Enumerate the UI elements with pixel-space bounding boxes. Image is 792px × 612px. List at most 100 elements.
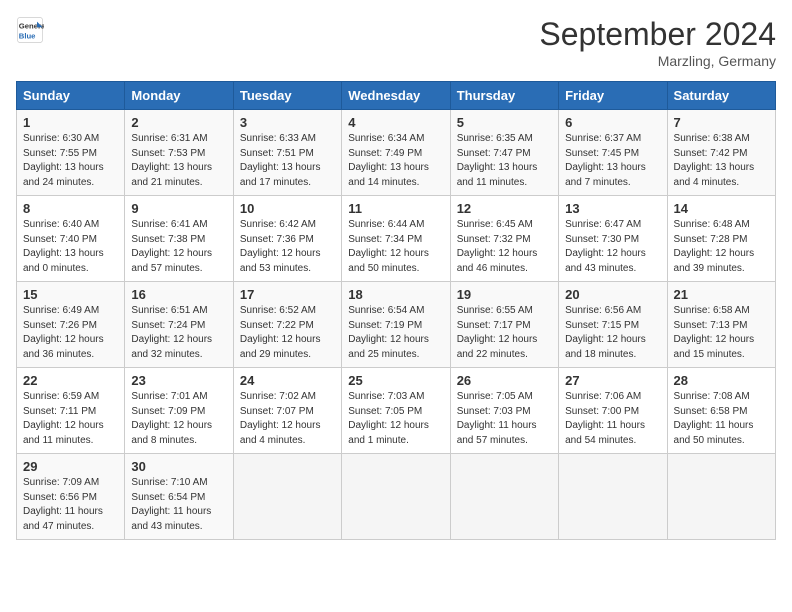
day-info: Sunrise: 6:56 AMSunset: 7:15 PMDaylight:… [565,304,660,362]
day-info: Sunrise: 6:45 AMSunset: 7:32 PMDaylight:… [457,218,552,276]
calendar-cell [667,454,775,540]
calendar-cell: 1 Sunrise: 6:30 AMSunset: 7:55 PMDaylight… [17,110,125,196]
day-number: 20 [565,287,660,302]
calendar-cell: 22 Sunrise: 6:59 AMSunset: 7:11 PMDayligh… [17,368,125,454]
calendar-cell: 25 Sunrise: 7:03 AMSunset: 7:05 PMDayligh… [342,368,450,454]
calendar-week-row: 15Sunrise: 6:49 AMSunset: 7:26 PMDayligh… [17,282,776,368]
calendar-cell: 29 Sunrise: 7:09 AMSunset: 6:56 PMDayligh… [17,454,125,540]
day-info: Sunrise: 6:35 AMSunset: 7:47 PMDaylight:… [457,132,552,190]
calendar-cell: 27 Sunrise: 7:06 AMSunset: 7:00 PMDayligh… [559,368,667,454]
calendar-cell: 7 Sunrise: 6:38 AMSunset: 7:42 PMDaylight… [667,110,775,196]
calendar-cell: 12 Sunrise: 6:45 AMSunset: 7:32 PMDayligh… [450,196,558,282]
calendar-cell: 2 Sunrise: 6:31 AMSunset: 7:53 PMDaylight… [125,110,233,196]
weekday-header-friday: Friday [559,82,667,110]
day-info: Sunrise: 6:58 AMSunset: 7:13 PMDaylight:… [674,304,769,362]
month-title: September 2024 [539,16,776,53]
day-info: Sunrise: 6:42 AMSunset: 7:36 PMDaylight:… [240,218,335,276]
day-number: 27 [565,373,660,388]
calendar-cell: 26 Sunrise: 7:05 AMSunset: 7:03 PMDayligh… [450,368,558,454]
svg-text:Blue: Blue [19,31,36,40]
weekday-header-thursday: Thursday [450,82,558,110]
day-info: Sunrise: 7:01 AMSunset: 7:09 PMDaylight:… [131,390,226,448]
day-info: Sunrise: 6:40 AMSunset: 7:40 PMDaylight:… [23,218,118,276]
weekday-header-wednesday: Wednesday [342,82,450,110]
location: Marzling, Germany [539,53,776,69]
logo-icon: General Blue [16,16,44,44]
calendar-cell: 21 Sunrise: 6:58 AMSunset: 7:13 PMDayligh… [667,282,775,368]
day-info: Sunrise: 7:10 AMSunset: 6:54 PMDaylight:… [131,476,226,534]
day-info: Sunrise: 6:47 AMSunset: 7:30 PMDaylight:… [565,218,660,276]
day-info: Sunrise: 6:37 AMSunset: 7:45 PMDaylight:… [565,132,660,190]
calendar-cell: 20 Sunrise: 6:56 AMSunset: 7:15 PMDayligh… [559,282,667,368]
title-block: September 2024 Marzling, Germany [539,16,776,69]
calendar-table: SundayMondayTuesdayWednesdayThursdayFrid… [16,81,776,540]
weekday-header-monday: Monday [125,82,233,110]
calendar-cell: 14Sunrise: 6:48 AMSunset: 7:28 PMDayligh… [667,196,775,282]
page-header: General Blue September 2024 Marzling, Ge… [16,16,776,69]
day-number: 30 [131,459,226,474]
day-info: Sunrise: 7:09 AMSunset: 6:56 PMDaylight:… [23,476,118,534]
day-number: 21 [674,287,769,302]
day-number: 23 [131,373,226,388]
calendar-cell: 16Sunrise: 6:51 AMSunset: 7:24 PMDayligh… [125,282,233,368]
day-info: Sunrise: 6:30 AMSunset: 7:55 PMDaylight:… [23,132,118,190]
day-info: Sunrise: 6:55 AMSunset: 7:17 PMDaylight:… [457,304,552,362]
day-number: 26 [457,373,552,388]
day-number: 7 [674,115,769,130]
day-info: Sunrise: 6:52 AMSunset: 7:22 PMDaylight:… [240,304,335,362]
day-number: 24 [240,373,335,388]
day-number: 17 [240,287,335,302]
calendar-week-row: 22 Sunrise: 6:59 AMSunset: 7:11 PMDayligh… [17,368,776,454]
day-number: 8 [23,201,118,216]
day-info: Sunrise: 6:38 AMSunset: 7:42 PMDaylight:… [674,132,769,190]
day-info: Sunrise: 6:31 AMSunset: 7:53 PMDaylight:… [131,132,226,190]
day-info: Sunrise: 7:05 AMSunset: 7:03 PMDaylight:… [457,390,552,448]
day-number: 3 [240,115,335,130]
day-number: 2 [131,115,226,130]
day-info: Sunrise: 6:34 AMSunset: 7:49 PMDaylight:… [348,132,443,190]
day-info: Sunrise: 6:41 AMSunset: 7:38 PMDaylight:… [131,218,226,276]
day-number: 12 [457,201,552,216]
day-info: Sunrise: 6:54 AMSunset: 7:19 PMDaylight:… [348,304,443,362]
day-info: Sunrise: 6:44 AMSunset: 7:34 PMDaylight:… [348,218,443,276]
calendar-cell: 5 Sunrise: 6:35 AMSunset: 7:47 PMDaylight… [450,110,558,196]
weekday-header-tuesday: Tuesday [233,82,341,110]
calendar-cell: 17 Sunrise: 6:52 AMSunset: 7:22 PMDayligh… [233,282,341,368]
calendar-cell: 8 Sunrise: 6:40 AMSunset: 7:40 PMDaylight… [17,196,125,282]
calendar-week-row: 1 Sunrise: 6:30 AMSunset: 7:55 PMDaylight… [17,110,776,196]
calendar-cell: 13 Sunrise: 6:47 AMSunset: 7:30 PMDayligh… [559,196,667,282]
day-number: 25 [348,373,443,388]
day-info: Sunrise: 6:48 AMSunset: 7:28 PMDaylight:… [674,218,769,276]
day-number: 5 [457,115,552,130]
calendar-week-row: 29 Sunrise: 7:09 AMSunset: 6:56 PMDayligh… [17,454,776,540]
day-number: 13 [565,201,660,216]
weekday-header-saturday: Saturday [667,82,775,110]
day-info: Sunrise: 7:08 AMSunset: 6:58 PMDaylight:… [674,390,769,448]
day-number: 22 [23,373,118,388]
day-info: Sunrise: 6:33 AMSunset: 7:51 PMDaylight:… [240,132,335,190]
day-info: Sunrise: 7:03 AMSunset: 7:05 PMDaylight:… [348,390,443,448]
calendar-cell: 28 Sunrise: 7:08 AMSunset: 6:58 PMDayligh… [667,368,775,454]
calendar-cell: 15Sunrise: 6:49 AMSunset: 7:26 PMDayligh… [17,282,125,368]
calendar-cell: 18 Sunrise: 6:54 AMSunset: 7:19 PMDayligh… [342,282,450,368]
calendar-cell: 30 Sunrise: 7:10 AMSunset: 6:54 PMDayligh… [125,454,233,540]
calendar-week-row: 8 Sunrise: 6:40 AMSunset: 7:40 PMDaylight… [17,196,776,282]
calendar-cell: 3 Sunrise: 6:33 AMSunset: 7:51 PMDaylight… [233,110,341,196]
day-number: 1 [23,115,118,130]
day-info: Sunrise: 7:06 AMSunset: 7:00 PMDaylight:… [565,390,660,448]
day-number: 29 [23,459,118,474]
calendar-cell [342,454,450,540]
calendar-cell: 24Sunrise: 7:02 AMSunset: 7:07 PMDayligh… [233,368,341,454]
calendar-cell [450,454,558,540]
calendar-cell [559,454,667,540]
day-number: 28 [674,373,769,388]
day-number: 15 [23,287,118,302]
calendar-cell: 11Sunrise: 6:44 AMSunset: 7:34 PMDayligh… [342,196,450,282]
day-number: 19 [457,287,552,302]
day-number: 10 [240,201,335,216]
day-info: Sunrise: 6:59 AMSunset: 7:11 PMDaylight:… [23,390,118,448]
day-number: 18 [348,287,443,302]
day-number: 9 [131,201,226,216]
calendar-cell: 9 Sunrise: 6:41 AMSunset: 7:38 PMDaylight… [125,196,233,282]
day-number: 4 [348,115,443,130]
